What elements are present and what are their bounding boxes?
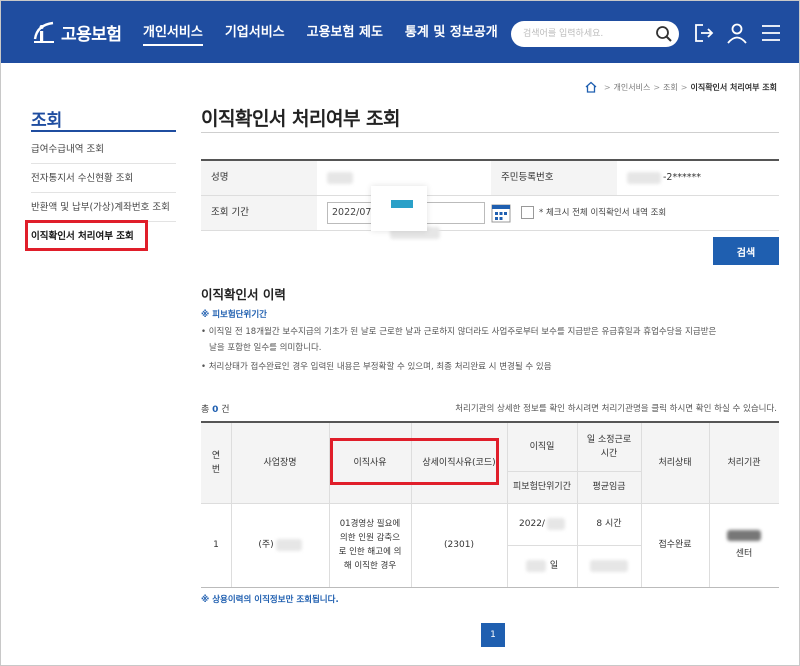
sidebar-item-e-notice[interactable]: 전자통지서 수신현황 조회 [31,164,176,193]
name-label: 성명 [201,161,317,195]
rrn-masked-text: -2****** [663,172,701,183]
agency-suffix[interactable]: 센터 [736,547,753,561]
form-row-name: 성명 주민등록번호 -2****** [201,161,779,196]
masked-wage [590,560,628,572]
logout-icon[interactable] [691,21,715,45]
logo-mark-icon [33,21,54,43]
th-avg-wage: 평균임금 [577,471,641,503]
header-search [511,21,679,47]
th-separation-date: 이직일 [507,423,577,471]
main-nav: 개인서비스 기업서비스 고용보험 제도 통계 및 정보공개 [143,21,520,46]
breadcrumb-current: 이직확인서 처리여부 조회 [690,82,777,92]
breadcrumb-separator: > [603,82,611,92]
user-icon[interactable] [725,21,749,45]
search-form: 성명 주민등록번호 -2****** 조회 기간 2022/07/ * 체크시 … [201,159,779,239]
count-suffix: 건 [221,405,230,415]
all-history-checkbox-label: * 체크시 전체 이직확인서 내역 조회 [539,208,667,218]
grid-line [577,423,578,587]
count-prefix: 총 [201,405,210,415]
name-value [327,161,353,195]
nav-statistics[interactable]: 통계 및 정보공개 [405,21,498,46]
th-company: 사업장명 [231,423,329,503]
date-picker-popup [371,186,427,231]
table-footnote: ※ 상용이력의 이직정보만 조회됩니다. [201,595,339,605]
logo[interactable]: 고용보험 [31,17,122,47]
masked-agency [727,529,761,541]
highlight-box [330,438,499,485]
th-insured-period: 피보험단위기간 [507,471,577,503]
date-prefix: 2022/ [519,519,545,529]
grid-line [507,545,641,546]
th-work-hours: 일 소정근로 시간 [577,423,641,471]
note-line-1: • 이직일 전 18개월간 보수지급의 기초가 된 날로 근로한 날과 근로하지… [201,327,717,337]
td-period: 일 [507,545,577,587]
pagination-page-1[interactable]: 1 [481,623,505,647]
highlight-box [25,220,148,251]
masked-rrn [627,171,661,184]
breadcrumb-separator: > [653,82,661,92]
menu-icon[interactable] [759,21,783,45]
date-picker-indicator [391,200,413,208]
search-button[interactable]: 검색 [713,237,779,265]
logo-text: 고용보험 [61,24,122,45]
header: 고용보험 개인서비스 기업서비스 고용보험 제도 통계 및 정보공개 [1,1,799,63]
form-row-period: 조회 기간 2022/07/ * 체크시 전체 이직확인서 내역 조회 [201,196,779,239]
sidebar-title: 조회 [31,111,63,131]
td-status: 접수완료 [658,540,692,550]
td-agency[interactable]: 센터 [709,503,779,587]
th-status: 처리상태 [641,423,709,503]
td-no: 1 [213,540,219,550]
sidebar-item-refund-account[interactable]: 반환액 및 납부(가상)계좌번호 조회 [31,193,176,222]
grid-line [201,587,779,588]
th-no: 연 번 [201,423,231,503]
breadcrumb-personal-service[interactable]: 개인서비스 [614,82,651,93]
grid-line [201,503,779,504]
td-code: (2301) [444,540,474,550]
period-label: 조회 기간 [201,196,317,230]
td-date: 2022/ [507,503,577,545]
td-wage [577,545,641,587]
td-reason: 01경영상 필요에 의한 인원 감축으 로 인한 해고에 의 해 이직한 경우 [338,519,402,571]
note-line-2: • 처리상태가 접수완료인 경우 입력된 내용은 부정확할 수 있으며, 최종 … [201,362,552,372]
sidebar-item-benefit-history[interactable]: 급여수급내역 조회 [31,135,176,164]
rrn-value: -2****** [627,161,701,195]
page-title: 이직확인서 처리여부 조회 [201,108,401,130]
search-input[interactable] [523,25,653,43]
grid-line [641,423,642,587]
nav-insurance-system[interactable]: 고용보험 제도 [307,21,383,46]
date-value: 2022/07/ [332,207,375,218]
breadcrumb-separator: > [680,82,688,92]
grid-line [709,423,710,587]
page-frame: 고용보험 개인서비스 기업서비스 고용보험 제도 통계 및 정보공개 검색어를 … [0,0,800,666]
history-title: 이직확인서 이력 [201,287,286,302]
count-value: 0 [212,405,219,415]
td-hours: 8 시간 [596,519,622,529]
count-info: 처리기관의 상세한 정보를 확인 하시려면 처리기관명을 클릭 하시면 확인 하… [455,404,777,414]
td-company: (주) [231,503,329,587]
grid-line [507,471,641,472]
masked-name [327,171,353,184]
rrn-label: 주민등록번호 [491,161,617,195]
search-icon[interactable] [655,25,673,43]
grid-line [507,423,508,587]
nav-personal-service[interactable]: 개인서비스 [143,21,203,46]
title-divider [201,132,779,133]
calendar-icon[interactable] [491,203,511,223]
grid-line [231,423,232,587]
period-unit: 일 [549,561,559,571]
note-heading: ※ 피보험단위기간 [201,310,267,320]
masked-period [525,560,546,572]
home-icon[interactable] [585,81,597,93]
th-agency: 처리기관 [709,423,779,503]
masked-date-cell [546,518,565,530]
sidebar-divider [31,130,176,132]
masked-company [275,539,302,551]
nav-business-service[interactable]: 기업서비스 [225,21,285,46]
breadcrumb: > 개인서비스 > 조회 > 이직확인서 처리여부 조회 [585,81,777,93]
all-history-checkbox[interactable] [521,206,534,219]
note-line-1b: 날을 포함한 일수를 의미합니다. [209,343,322,353]
company-prefix: (주) [258,540,274,550]
breadcrumb-inquiry[interactable]: 조회 [663,82,678,93]
result-count: 총 0 건 [201,402,230,415]
